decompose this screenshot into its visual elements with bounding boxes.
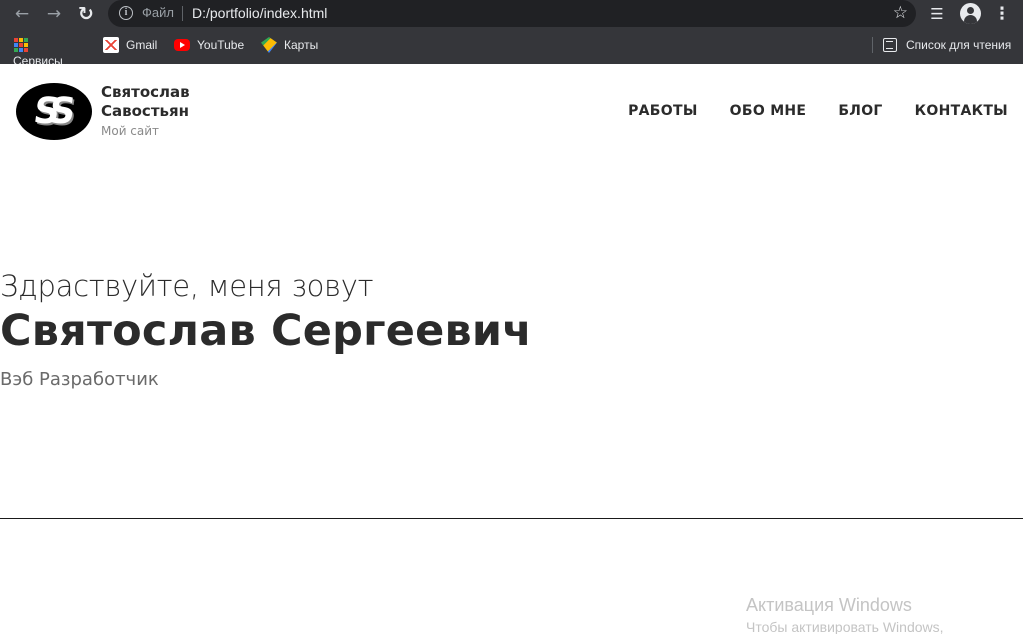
nav-link-works[interactable]: РАБОТЫ	[628, 103, 698, 119]
omnibox-separator	[182, 6, 183, 21]
nav-link-contacts[interactable]: КОНТАКТЫ	[915, 103, 1008, 119]
activation-watermark-title: Активация Windows	[746, 595, 912, 615]
maps-icon	[261, 37, 277, 53]
bookmarks-bar: Сервисы Gmail YouTube Карты Список для ч…	[0, 30, 1023, 68]
media-queue-button[interactable]: ☰	[926, 3, 948, 25]
profile-body-shape	[964, 15, 977, 24]
youtube-icon	[174, 39, 190, 51]
nav-link-blog[interactable]: БЛОГ	[838, 103, 882, 119]
browser-chrome: ← → ↻ i Файл D:/portfolio/index.html ☆ ☰…	[0, 0, 1023, 68]
reload-icon: ↻	[78, 3, 94, 25]
back-button[interactable]: ←	[11, 3, 33, 25]
bookmark-gmail[interactable]: Gmail	[103, 37, 157, 53]
info-icon[interactable]: i	[119, 6, 133, 20]
bookmarks-separator	[872, 37, 873, 53]
reload-button[interactable]: ↻	[75, 3, 97, 25]
section-divider	[0, 518, 1023, 519]
reading-list-button[interactable]: Список для чтения	[883, 37, 1011, 53]
forward-button[interactable]: →	[43, 3, 65, 25]
brand-name[interactable]: Святослав Савостьян	[101, 83, 241, 121]
main-nav: РАБОТЫ ОБО МНЕ БЛОГ КОНТАКТЫ	[628, 103, 1008, 119]
star-icon[interactable]: ☆	[893, 3, 908, 23]
hero-name: Святослав Сергеевич	[0, 306, 532, 356]
media-queue-icon: ☰	[930, 5, 944, 23]
profile-head-shape	[967, 7, 974, 14]
kebab-menu-icon[interactable]: ⋮	[992, 3, 1012, 25]
hero-role: Вэб Разработчик	[0, 369, 159, 390]
bookmark-youtube[interactable]: YouTube	[174, 37, 244, 53]
nav-link-about[interactable]: ОБО МНЕ	[730, 103, 807, 119]
reading-list-icon	[883, 38, 897, 52]
brand-line-1: Святослав	[101, 83, 190, 101]
brand-line-2: Савостьян	[101, 102, 189, 120]
logo-monogram: SS	[30, 91, 70, 132]
gmail-icon	[103, 37, 119, 53]
browser-toolbar: ← → ↻ i Файл D:/portfolio/index.html ☆ ☰…	[0, 0, 1023, 28]
profile-icon[interactable]	[960, 3, 981, 24]
hero-greeting: Здраствуйте, меня зовут	[0, 269, 374, 303]
bookmark-services[interactable]: Сервисы	[13, 37, 63, 68]
bookmark-label: Карты	[284, 38, 319, 52]
scheme-label: Файл	[142, 5, 174, 20]
site-logo[interactable]: SS	[16, 83, 92, 140]
bookmark-label: Gmail	[126, 38, 158, 52]
activation-watermark-subtitle: Чтобы активировать Windows,	[746, 619, 944, 634]
url-text[interactable]: D:/portfolio/index.html	[192, 5, 327, 21]
bookmark-label: YouTube	[197, 38, 245, 52]
address-bar[interactable]: i Файл D:/portfolio/index.html ☆	[108, 0, 916, 27]
reading-list-label: Список для чтения	[906, 38, 1012, 52]
arrow-left-icon: ←	[14, 4, 30, 24]
arrow-right-icon: →	[46, 4, 62, 24]
brand-subtitle: Мой сайт	[101, 124, 160, 138]
page-viewport: SS Святослав Савостьян Мой сайт РАБОТЫ О…	[0, 64, 1023, 634]
apps-grid-icon	[13, 37, 29, 53]
bookmark-maps[interactable]: Карты	[261, 37, 318, 53]
